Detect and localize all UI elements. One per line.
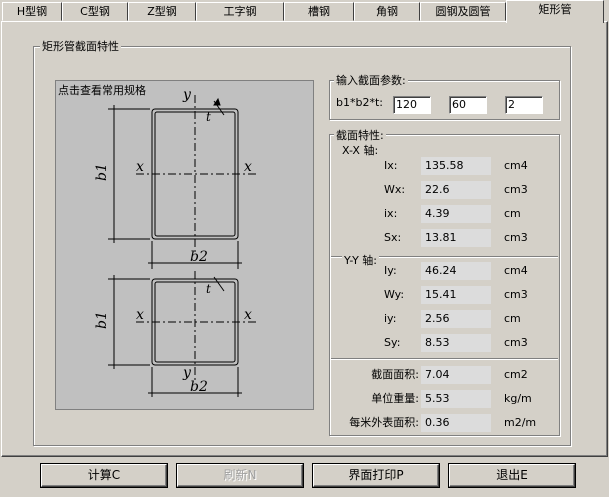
b2-input[interactable]: 60 <box>449 96 487 114</box>
group-title: 矩形管截面特性 <box>40 38 121 54</box>
property-unit: cm <box>504 207 521 220</box>
property-value: 5.53 <box>421 390 491 408</box>
param-label: b1*b2*t: <box>336 96 383 109</box>
property-value: 135.58 <box>421 157 491 175</box>
property-label: Wy: <box>384 288 405 301</box>
property-value: 13.81 <box>421 229 491 247</box>
top-b2-label: b2 <box>190 249 208 265</box>
property-label: Ix: <box>384 159 398 172</box>
tab-rect-tube[interactable]: 矩形管 <box>506 0 604 23</box>
property-unit: cm4 <box>504 264 528 277</box>
property-value: 7.04 <box>421 366 491 384</box>
property-value: 22.6 <box>421 181 491 199</box>
property-unit: m2/m <box>504 416 537 429</box>
bottom-x-left-label: x <box>136 307 144 323</box>
bottom-b2-label: b2 <box>190 379 208 395</box>
bottom-x-right-label: x <box>244 307 252 323</box>
property-unit: cm3 <box>504 231 528 244</box>
top-y-label: y <box>182 87 192 103</box>
input-group-title: 输入截面参数: <box>334 72 408 88</box>
divider <box>331 358 558 360</box>
yy-axis-title: Y-Y 轴: <box>342 252 379 270</box>
property-label: iy: <box>384 312 397 325</box>
property-label: Sy: <box>384 336 401 349</box>
property-value: 0.36 <box>421 414 491 432</box>
tab-h-steel[interactable]: H型钢 <box>2 2 62 21</box>
top-x-right-label: x <box>244 159 252 175</box>
top-x-left-label: x <box>136 159 144 175</box>
tab-channel[interactable]: 槽钢 <box>284 2 354 21</box>
tab-c-steel[interactable]: C型钢 <box>62 2 128 21</box>
property-value: 8.53 <box>421 334 491 352</box>
property-label: ix: <box>384 207 398 220</box>
property-label: 每米外表面积: <box>349 416 419 429</box>
refresh-button[interactable]: 刷新N <box>177 464 303 487</box>
property-unit: cm2 <box>504 368 528 381</box>
tab-i-beam[interactable]: 工字钢 <box>196 2 284 21</box>
diagram-drawing: y x x t b1 b2 x x t b1 y b2 <box>94 87 256 397</box>
property-label: Iy: <box>384 264 397 277</box>
properties-title: 截面特性: <box>334 127 386 143</box>
bottom-b1-label: b1 <box>94 311 110 329</box>
calculate-button[interactable]: 计算C <box>41 464 167 487</box>
property-label: Wx: <box>384 183 406 196</box>
property-label: 截面面积: <box>371 368 419 381</box>
exit-button[interactable]: 退出E <box>449 464 575 487</box>
property-unit: cm <box>504 312 521 325</box>
xx-axis-title: X-X 轴: <box>342 144 379 157</box>
property-value: 4.39 <box>421 205 491 223</box>
property-value: 46.24 <box>421 262 491 280</box>
top-b1-label: b1 <box>94 163 110 181</box>
property-value: 2.56 <box>421 310 491 328</box>
property-unit: cm3 <box>504 336 528 349</box>
property-label: 单位重量: <box>371 392 419 405</box>
b1-input[interactable]: 120 <box>393 96 431 114</box>
print-button[interactable]: 界面打印P <box>313 464 439 487</box>
property-unit: cm3 <box>504 288 528 301</box>
property-unit: kg/m <box>504 392 532 405</box>
property-label: Sx: <box>384 231 402 244</box>
bottom-t-label: t <box>206 282 211 296</box>
top-t-label: t <box>206 110 211 124</box>
tab-angle[interactable]: 角钢 <box>354 2 420 21</box>
tab-round[interactable]: 圆钢及圆管 <box>420 2 506 21</box>
t-input[interactable]: 2 <box>505 96 543 114</box>
section-diagram[interactable]: 点击查看常用规格 y x x t b1 b2 x x t b1 y b2 <box>55 80 314 410</box>
property-unit: cm4 <box>504 159 528 172</box>
property-unit: cm3 <box>504 183 528 196</box>
property-value: 15.41 <box>421 286 491 304</box>
tab-z-steel[interactable]: Z型钢 <box>128 2 196 21</box>
